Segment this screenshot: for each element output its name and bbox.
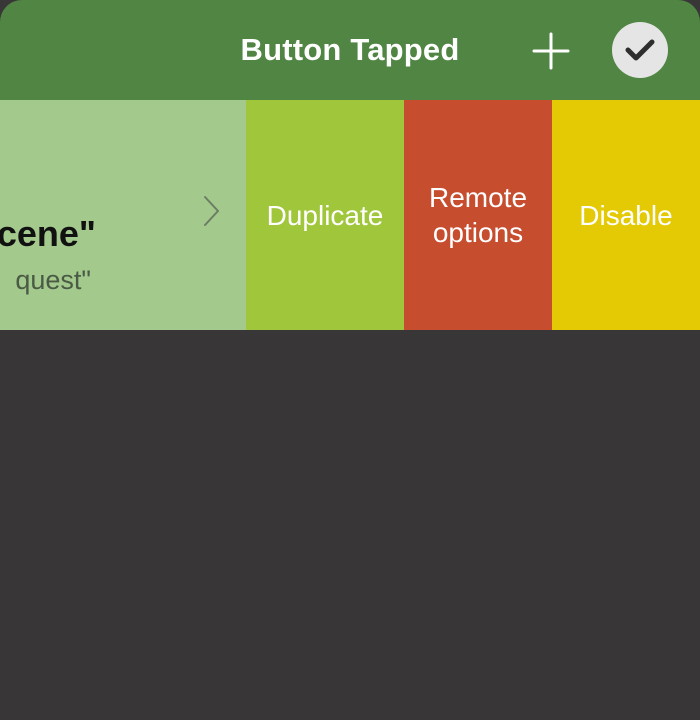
plus-icon: [532, 32, 570, 70]
remote-options-label: Remote options: [428, 182, 528, 248]
row-title: cene": [0, 213, 96, 254]
checkmark-icon: [625, 39, 655, 61]
empty-content-area: [0, 330, 700, 720]
row-subtitle: quest": [15, 265, 91, 295]
add-button[interactable]: [530, 30, 572, 72]
chevron-right-icon: [204, 196, 219, 226]
duplicate-label: Duplicate: [266, 199, 384, 231]
page-title: Button Tapped: [240, 32, 460, 67]
duplicate-button[interactable]: Duplicate: [246, 100, 404, 330]
list-item[interactable]: cene" quest": [0, 100, 246, 330]
disable-label: Disable: [579, 199, 673, 231]
remote-options-button[interactable]: Remote options: [404, 100, 552, 330]
screen: Button Tapped cene" quest" Duplicate Rem…: [0, 0, 700, 720]
navigation-bar: Button Tapped: [0, 0, 700, 100]
done-button[interactable]: [612, 22, 668, 78]
disable-button[interactable]: Disable: [552, 100, 700, 330]
table-row: cene" quest" Duplicate Remote options Di…: [0, 100, 700, 330]
